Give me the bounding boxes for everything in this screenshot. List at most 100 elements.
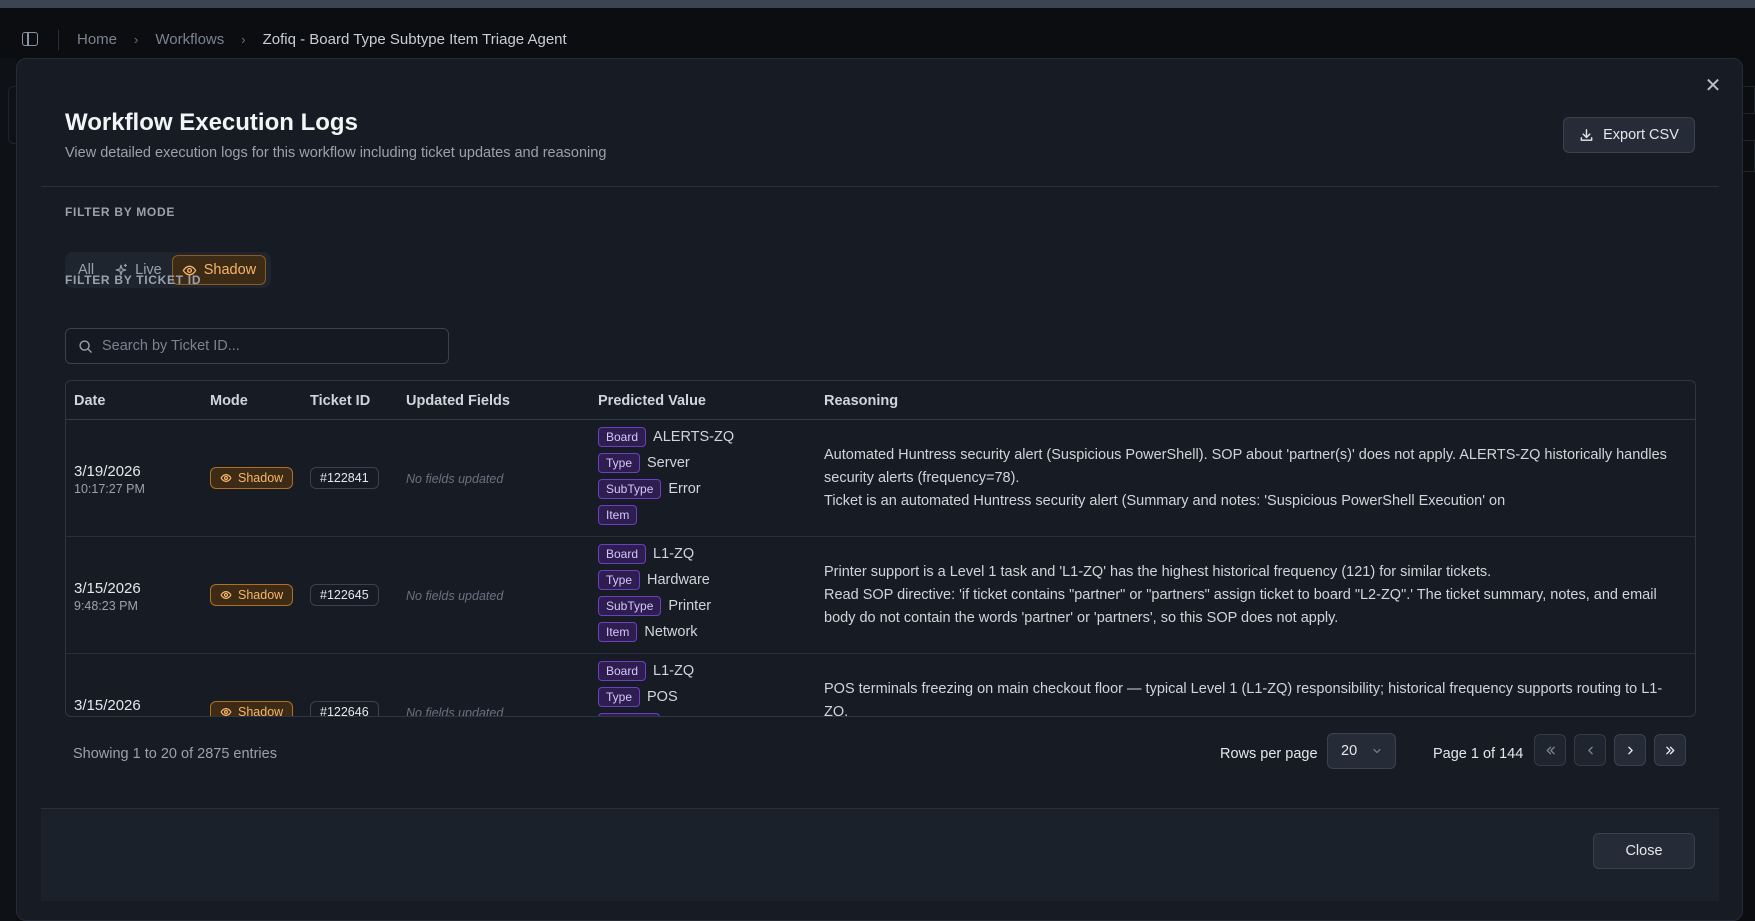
ticket-search-input[interactable] [102,338,432,354]
predicted-subtype: SubType Error [598,478,701,500]
predicted-type: Type POS [598,686,678,708]
breadcrumb-home[interactable]: Home [77,31,117,48]
predicted-tag: Type [598,570,641,590]
col-predicted-value: Predicted Value [598,393,706,409]
table-row[interactable]: 3/19/2026 10:17:27 PM Shadow #122841 No … [66,420,1695,537]
predicted-tag: SubType [598,596,662,616]
mode-badge-label: Shadow [238,471,284,485]
predicted-item: Item [598,504,644,526]
page-indicator: Page 1 of 144 [1433,746,1524,762]
predicted-value: Hardware [647,572,710,588]
predicted-tag: Item [598,505,638,525]
previous-page-button[interactable] [1574,734,1606,766]
col-updated-fields: Updated Fields [406,393,510,409]
filter-ticket-label: FILTER BY TICKET ID [65,273,202,287]
mode-badge-label: Shadow [238,588,284,602]
entries-summary: Showing 1 to 20 of 2875 entries [73,746,277,762]
predicted-board: Board L1-ZQ [598,543,694,565]
filter-mode-label: FILTER BY MODE [65,205,176,219]
window-top-strip [0,0,1755,8]
chevrons-right-icon [1664,744,1677,757]
ticket-id-badge[interactable]: #122646 [310,701,379,716]
row-date: 3/19/2026 [74,463,141,480]
predicted-tag: SubType [598,479,662,499]
chevron-right-icon: › [241,32,246,47]
chevron-right-icon [1624,744,1637,757]
predicted-value: Printer [668,598,712,614]
dialog-subtitle: View detailed execution logs for this wo… [65,145,607,161]
first-page-button[interactable] [1534,734,1566,766]
search-icon [78,339,93,354]
predicted-tag [598,713,660,716]
predicted-tag: Board [598,544,647,564]
rows-per-page-label: Rows per page [1220,746,1318,762]
row-date: 3/15/2026 [74,580,141,597]
col-mode: Mode [210,393,248,409]
header-divider [41,186,1719,187]
table-row[interactable]: 3/15/2026 9:48:23 PM Shadow #122645 No f… [66,537,1695,654]
reasoning-line: Printer support is a Level 1 task and 'L… [824,564,1492,580]
rows-per-page-select[interactable]: 20 [1327,733,1396,769]
predicted-value: Error [668,481,701,497]
dialog-footer: Close [41,808,1719,901]
export-csv-button[interactable]: Export CSV [1563,117,1695,153]
mode-badge-label: Shadow [238,705,284,717]
reasoning-line: POS terminals freezing on main checkout … [824,681,1663,717]
sidebar-toggle-icon[interactable] [22,32,38,46]
ticket-id-badge[interactable]: #122841 [310,467,379,489]
reasoning-text: Automated Huntress security alert (Suspi… [824,444,1682,513]
chevron-down-icon [1371,745,1383,757]
predicted-board: Board L1-ZQ [598,660,694,682]
mode-shadow-label: Shadow [203,262,257,278]
predicted-value: L1-ZQ [653,546,695,562]
col-date: Date [74,393,106,409]
row-time: 9:48:23 PM [74,599,138,613]
predicted-value: Server [647,455,690,471]
col-ticket-id: Ticket ID [310,393,371,409]
reasoning-line: Read SOP directive: 'if ticket contains … [824,587,1657,626]
chevrons-left-icon [1544,744,1557,757]
logs-table: Date Mode Ticket ID Updated Fields Predi… [65,380,1696,717]
chevron-right-icon: › [134,32,139,47]
chevron-left-icon [1584,744,1597,757]
updated-fields: No fields updated [406,472,504,486]
close-button[interactable]: Close [1593,833,1695,869]
next-page-button[interactable] [1614,734,1646,766]
predicted-tag: Type [598,687,641,707]
last-page-button[interactable] [1654,734,1686,766]
mode-badge: Shadow [210,584,294,606]
dialog-title: Workflow Execution Logs [65,109,358,136]
table-header: Date Mode Ticket ID Updated Fields Predi… [66,381,1695,420]
breadcrumb: Home › Workflows › Zofiq - Board Type Su… [77,31,567,48]
reasoning-line: Ticket is an automated Huntress security… [824,493,1506,509]
mode-badge: Shadow [210,467,294,489]
predicted-tag: Board [598,661,647,681]
predicted-value: Network [644,624,698,640]
predicted-item: Item Network [598,621,698,643]
predicted-board: Board ALERTS-ZQ [598,426,734,448]
reasoning-line: Automated Huntress security alert (Suspi… [824,447,1667,486]
ticket-id-badge[interactable]: #122645 [310,584,379,606]
reasoning-text: POS terminals freezing on main checkout … [824,678,1682,717]
close-icon[interactable]: ✕ [1702,75,1724,97]
col-reasoning: Reasoning [824,393,899,409]
export-csv-label: Export CSV [1603,127,1679,143]
updated-fields: No fields updated [406,589,504,603]
ticket-search-box [65,328,449,364]
breadcrumb-workflows[interactable]: Workflows [155,31,224,48]
divider [58,30,59,50]
background-page [0,58,16,921]
predicted-value: ALERTS-ZQ [653,429,735,445]
table-row[interactable]: 3/15/2026 Shadow #122646 No fields updat… [66,654,1695,717]
eye-icon [220,589,232,601]
predicted-type: Type Server [598,452,690,474]
row-time: 10:17:27 PM [74,482,145,496]
updated-fields: No fields updated [406,706,504,717]
predicted-tag: Item [598,622,638,642]
predicted-type: Type Hardware [598,569,710,591]
predicted-value: L1-ZQ [653,663,695,679]
rows-per-page-value: 20 [1341,743,1358,759]
breadcrumb-current: Zofiq - Board Type Subtype Item Triage A… [262,31,567,48]
eye-icon [220,706,232,716]
mode-badge: Shadow [210,701,294,717]
